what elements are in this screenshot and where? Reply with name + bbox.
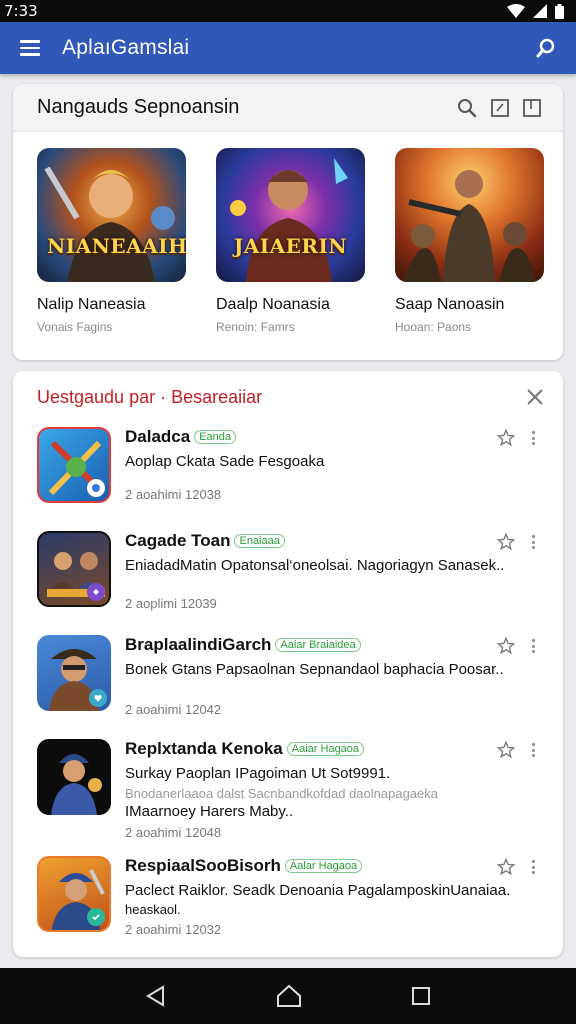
star-icon[interactable] — [497, 429, 515, 447]
hero-illustration — [403, 170, 535, 282]
hero-illustration — [44, 166, 175, 282]
game-description: Surkay Paoplan IPagoiman Ut Sot9991. — [125, 765, 391, 782]
hamburger-icon[interactable] — [20, 34, 48, 62]
game-description-secondary: Bnodanerlaaoa dalst Sacnbandkofdad daoln… — [125, 786, 438, 801]
game-art-3 — [395, 148, 544, 282]
game-art-2-text: JAIAERIN — [233, 234, 348, 258]
featured-header: Nangauds Sepnoansin — [13, 84, 563, 132]
mage-icon — [51, 754, 102, 815]
window-icon[interactable] — [523, 98, 541, 117]
featured-card: Nangauds Sepnoansin NIANEAAIH Nalip Nane… — [13, 84, 563, 360]
game-title: Daladca — [125, 427, 191, 446]
list-item[interactable]: RespiaalSooBisorh Aalar Hagaoa Paclect Ra… — [13, 856, 563, 946]
featured-game-1-name: Nalip Naneasia — [37, 296, 146, 313]
app-title: AplaıGamslai — [62, 36, 190, 59]
home-icon[interactable] — [276, 984, 302, 1008]
game-icon-2 — [37, 531, 111, 607]
genre-tag: Aaiar Hagaoa — [286, 742, 365, 756]
game-art-2: JAIAERIN — [216, 148, 365, 282]
featured-game-3[interactable]: Saap Nanoasin Hooan: Paons — [395, 148, 544, 334]
genre-tag: Enaiaaa — [234, 534, 285, 548]
heart-badge-icon — [89, 689, 107, 707]
list-item[interactable]: Replxtanda Kenoka Aaiar Hagaoa Surkay Pao… — [13, 739, 563, 843]
more-options-icon[interactable] — [530, 639, 536, 653]
genre-tag: Eanda — [194, 430, 237, 444]
featured-game-3-name: Saap Nanoasin — [395, 296, 505, 313]
status-bar: 7:33 — [0, 0, 576, 22]
game-date: 2 aoahimi 12032 — [125, 922, 222, 937]
game-icon-4 — [37, 739, 111, 815]
list-header: Uestgaudu par · Besareaiiar — [13, 371, 563, 423]
featured-game-1-subtitle: Vonais Fagins — [37, 320, 113, 334]
genre-tag: Aalar Hagaoa — [284, 859, 363, 873]
game-art-1: NIANEAAIH — [37, 148, 186, 282]
game-icon-3 — [37, 635, 111, 711]
game-date: 2 aoplimi 12039 — [125, 596, 217, 611]
game-icon-1 — [37, 427, 111, 503]
list-item[interactable]: Cagade Toan Enaiaaa EniadadMatin Opatonsa… — [13, 531, 563, 621]
search-icon[interactable] — [457, 98, 477, 118]
game-description-tertiary: heaskaol. — [125, 902, 181, 917]
system-nav-bar — [0, 968, 576, 1024]
hero-illustration — [230, 158, 348, 282]
battery-icon — [555, 3, 564, 19]
game-date: 2 aoahimi 12048 — [125, 825, 222, 840]
game-title: Cagade Toan — [125, 531, 231, 550]
list-item[interactable]: Daladca Eanda Aoplap Ckata Sade Fesgoaka … — [13, 427, 563, 517]
game-title: RespiaalSooBisorh — [125, 856, 281, 875]
featured-game-3-subtitle: Hooan: Paons — [395, 320, 472, 334]
badge-icon — [87, 583, 105, 601]
featured-game-2-name: Daalp Noanasia — [216, 296, 330, 313]
status-time: 7:33 — [4, 2, 38, 20]
list-title: Uestgaudu par · Besareaiiar — [37, 386, 263, 407]
star-icon[interactable] — [497, 533, 515, 551]
game-icon-5 — [37, 856, 111, 932]
featured-title: Nangauds Sepnoansin — [37, 96, 240, 118]
check-badge-icon — [87, 908, 105, 926]
game-description: Bonek Gtans Papsaolnan Sepnandaol baphac… — [125, 661, 504, 678]
app-bar: AplaıGamslai — [0, 22, 576, 74]
more-options-icon[interactable] — [530, 535, 536, 549]
game-description: EniadadMatin Opatonsal‘oneolsai. Nagoria… — [125, 557, 505, 574]
verified-badge-icon — [87, 479, 105, 497]
close-icon[interactable] — [525, 387, 545, 407]
game-description: Paclect Raiklor. Seadk Denoania Pagalamp… — [125, 882, 511, 899]
featured-game-2-subtitle: Renoin: Famrs — [216, 320, 295, 334]
wifi-icon — [507, 4, 525, 18]
game-title: BraplaalindiGarch — [125, 635, 272, 654]
more-options-icon[interactable] — [530, 743, 536, 757]
game-title: Replxtanda Kenoka — [125, 739, 283, 758]
star-icon[interactable] — [497, 858, 515, 876]
featured-game-1[interactable]: NIANEAAIH Nalip Naneasia Vonais Fagins — [37, 148, 186, 334]
game-art-1-text: NIANEAAIH — [47, 234, 186, 258]
game-date: 2 aoahimi 12042 — [125, 702, 222, 717]
signal-icon — [533, 4, 547, 18]
genre-tag: Aaiar Braiaidea — [275, 638, 361, 652]
game-list-card: Uestgaudu par · Besareaiiar Daladca Eanda… — [13, 371, 563, 957]
game-date: 2 aoahimi 12038 — [125, 487, 222, 502]
game-description-tertiary: IMaarnoey Harers Maby.. — [125, 803, 294, 820]
featured-game-2[interactable]: JAIAERIN Daalp Noanasia Renoin: Famrs — [216, 148, 365, 334]
star-icon[interactable] — [497, 637, 515, 655]
status-icons — [507, 3, 564, 19]
more-options-icon[interactable] — [530, 431, 536, 445]
edit-icon[interactable] — [491, 98, 509, 117]
recents-square-icon[interactable] — [411, 986, 431, 1006]
list-item[interactable]: BraplaalindiGarch Aaiar Braiaidea Bonek G… — [13, 635, 563, 725]
back-triangle-icon[interactable] — [145, 985, 167, 1007]
game-description: Aoplap Ckata Sade Fesgoaka — [125, 453, 325, 470]
search-icon[interactable] — [532, 34, 560, 62]
more-options-icon[interactable] — [530, 860, 536, 874]
star-icon[interactable] — [497, 741, 515, 759]
